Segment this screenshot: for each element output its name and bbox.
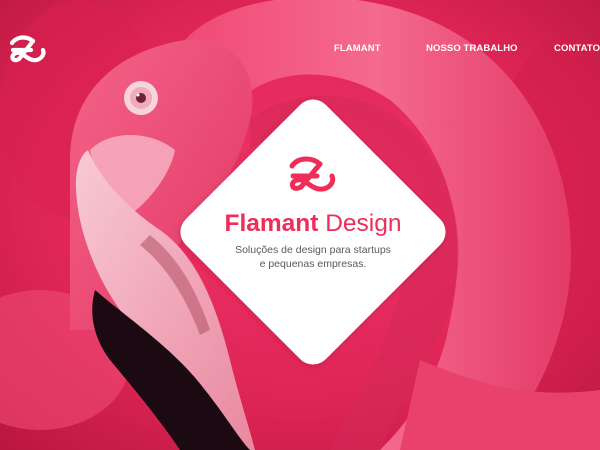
tagline-line-2: e pequenas empresas. [259, 258, 367, 270]
brand-tagline: Soluções de design para startups e peque… [173, 243, 453, 271]
nav-link-contato[interactable]: CONTATO [554, 43, 600, 54]
hero-section: FLAMANT NOSSO TRABALHO CONTATO Flamant D… [0, 0, 600, 450]
tagline-line-1: Soluções de design para startups [235, 244, 391, 256]
main-nav: FLAMANT NOSSO TRABALHO CONTATO [0, 43, 600, 57]
brand-name-light: Design [325, 210, 402, 237]
flamant-monogram-icon [289, 156, 336, 192]
brand-card-content: Flamant Design Soluções de design para s… [173, 92, 453, 372]
brand-name: Flamant Design [173, 209, 453, 239]
brand-card: Flamant Design Soluções de design para s… [172, 91, 454, 373]
nav-link-flamant[interactable]: FLAMANT [334, 43, 381, 54]
nav-link-nosso-trabalho[interactable]: NOSSO TRABALHO [426, 43, 518, 54]
brand-name-bold: Flamant [224, 210, 319, 237]
